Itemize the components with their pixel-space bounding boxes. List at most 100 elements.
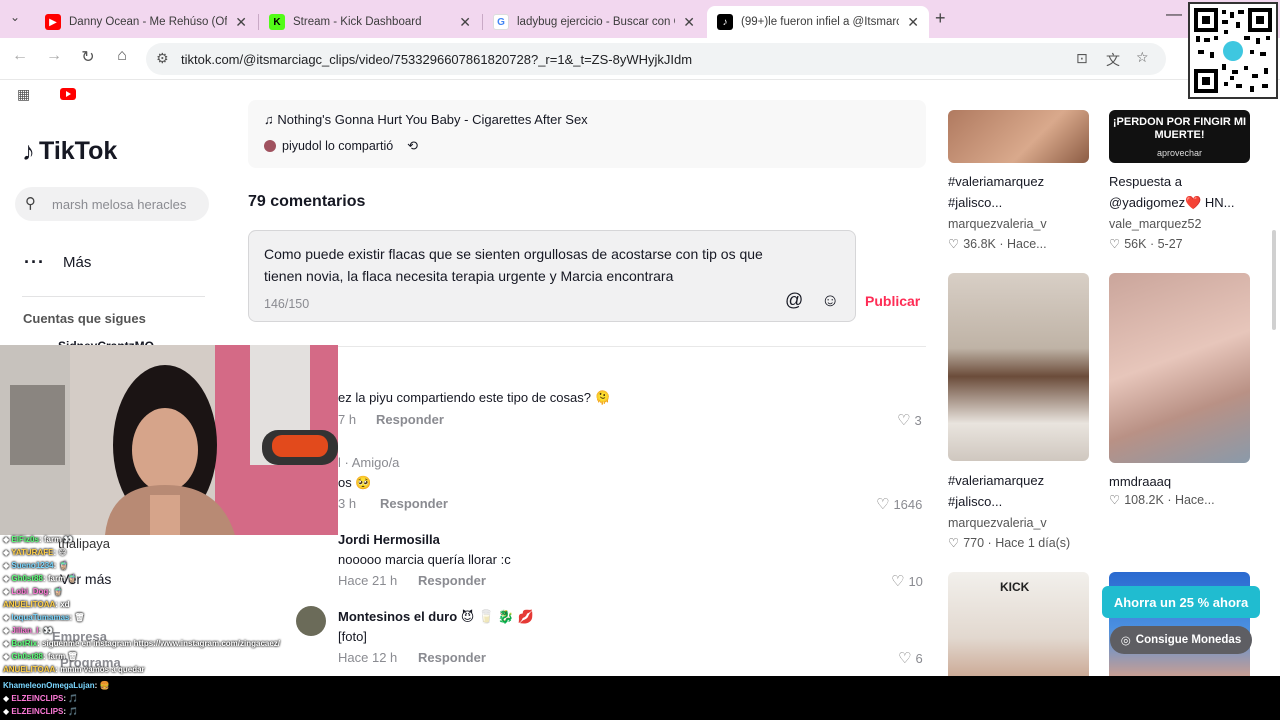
chat-text: 😄 bbox=[58, 548, 67, 557]
publish-button[interactable]: Publicar bbox=[865, 293, 920, 309]
tab-4-active[interactable]: ♪ (99+)le fueron infiel a @Itsmarc ✕ bbox=[707, 6, 929, 38]
video-caption[interactable]: #valeriamarquez #jalisco... bbox=[948, 171, 1088, 213]
tab-search-chevron-icon[interactable]: ⌄ bbox=[10, 10, 20, 24]
chat-user: Lobi_Dog bbox=[11, 587, 49, 596]
emoji-icon[interactable]: ☺ bbox=[821, 290, 839, 311]
video-caption[interactable]: mmdraaaq bbox=[1109, 471, 1249, 492]
comment-author[interactable]: Montesinos el duro 😈 🥛 🐉 💋 bbox=[338, 609, 534, 625]
site-info-icon[interactable]: ⚙ bbox=[156, 50, 169, 67]
comment-author[interactable]: Jordi Hermosilla bbox=[338, 532, 440, 547]
tab-3[interactable]: G ladybug ejercicio - Buscar con G ✕ bbox=[483, 6, 705, 38]
close-tab-icon[interactable]: ✕ bbox=[459, 14, 471, 31]
chat-user: ANUELITOAA bbox=[3, 600, 56, 609]
more-dots-icon: ··· bbox=[24, 252, 45, 272]
video-thumbnail[interactable] bbox=[948, 273, 1089, 461]
tab-1[interactable]: ▶ Danny Ocean - Me Rehúso (Offi ✕ bbox=[35, 6, 257, 38]
following-heading: Cuentas que sigues bbox=[23, 311, 146, 326]
get-coins-button[interactable]: ◎ Consigue Monedas bbox=[1110, 626, 1252, 654]
more-menu[interactable]: ··· Más bbox=[24, 252, 91, 273]
chat-user: loquaTumamas bbox=[11, 613, 70, 622]
video-age: Hace... bbox=[1174, 492, 1215, 507]
close-tab-icon[interactable]: ✕ bbox=[235, 14, 247, 31]
thumbnail-subtext: aprovechar bbox=[1156, 148, 1203, 158]
address-bar[interactable]: ⚙ tiktok.com/@itsmarciagc_clips/video/75… bbox=[146, 43, 1166, 75]
video-stats: ♡ 56K · 5-27 bbox=[1109, 236, 1183, 252]
chat-user: ELZEINCLIPS bbox=[11, 707, 64, 716]
reply-button[interactable]: Responder bbox=[380, 496, 448, 511]
video-thumbnail[interactable] bbox=[948, 110, 1089, 163]
url-text[interactable]: tiktok.com/@itsmarciagc_clips/video/7533… bbox=[181, 52, 692, 67]
browser-toolbar: ← → ↻ ⌂ ⚙ tiktok.com/@itsmarciagc_clips/… bbox=[0, 38, 1280, 80]
chat-message: ANUELITOAA: mmm vamos a quedar bbox=[3, 665, 145, 674]
apps-grid-icon[interactable]: ▦ bbox=[17, 86, 30, 103]
chat-text: farm 👀 bbox=[43, 535, 74, 544]
thumbnail-text: ¡PERDON POR FINGIR MI MUERTE! bbox=[1112, 116, 1247, 141]
video-author[interactable]: vale_marquez52 bbox=[1109, 217, 1201, 231]
video-author[interactable]: marquezvaleria_v bbox=[948, 217, 1047, 231]
reply-button[interactable]: Responder bbox=[418, 650, 486, 665]
video-author[interactable]: marquezvaleria_v bbox=[948, 516, 1047, 530]
mention-icon[interactable]: @ bbox=[785, 290, 803, 311]
comment-draft-text[interactable]: Como puede existir flacas que se sienten… bbox=[264, 243, 784, 287]
reply-button[interactable]: Responder bbox=[376, 412, 444, 427]
video-age: 5-27 bbox=[1157, 236, 1183, 251]
video-caption[interactable]: Respuesta a @yadigomez❤️ HN... bbox=[1109, 171, 1259, 213]
tiktok-note-icon: ♪ bbox=[22, 136, 35, 166]
avatar bbox=[264, 140, 276, 152]
youtube-bookmark-icon[interactable] bbox=[60, 88, 76, 100]
like-count: 56K bbox=[1124, 236, 1147, 251]
chat-text: 🍔 bbox=[99, 681, 110, 690]
bookmark-star-icon[interactable]: ☆ bbox=[1136, 49, 1149, 66]
tiktok-logo[interactable]: ♪ TikTok bbox=[22, 136, 117, 167]
video-thumbnail[interactable]: KICK bbox=[948, 572, 1089, 682]
install-app-icon[interactable]: ⊡ bbox=[1076, 50, 1088, 67]
home-icon[interactable]: ⌂ bbox=[110, 47, 134, 65]
chat-message: KhameleonOmegaLujan: 🍔 bbox=[3, 681, 110, 690]
sidebar-divider bbox=[22, 296, 205, 297]
like-button[interactable]: ♡ 3 bbox=[897, 411, 922, 429]
like-button[interactable]: ♡ 6 bbox=[898, 649, 923, 667]
chat-message: ◆ YATURAFE: 😄 bbox=[3, 548, 67, 557]
close-tab-icon[interactable]: ✕ bbox=[683, 14, 695, 31]
google-icon: G bbox=[493, 14, 509, 30]
webcam-overlay bbox=[0, 345, 338, 535]
shared-by: piyudol lo compartió ⟲ bbox=[264, 138, 418, 154]
reply-button[interactable]: Responder bbox=[418, 573, 486, 588]
reload-icon[interactable]: ↻ bbox=[76, 47, 100, 67]
tab-2[interactable]: K Stream - Kick Dashboard ✕ bbox=[259, 6, 481, 38]
video-age: Hace 1 día(s) bbox=[995, 535, 1071, 550]
repost-icon: ⟲ bbox=[407, 138, 419, 153]
minimize-icon[interactable]: — bbox=[1166, 6, 1182, 24]
chat-message: ◆ Sueno1234: 🧋 bbox=[3, 561, 69, 570]
new-tab-icon[interactable]: + bbox=[935, 8, 946, 29]
more-label: Más bbox=[62, 254, 92, 271]
chat-text: siguenme en instagram https://www.instag… bbox=[42, 639, 281, 648]
chat-user: Gh0st88 bbox=[11, 574, 43, 583]
song-link[interactable]: ♫ Nothing's Gonna Hurt You Baby - Cigare… bbox=[264, 112, 588, 127]
video-caption[interactable]: #valeriamarquez #jalisco... bbox=[948, 470, 1088, 512]
chat-message: ◆ Jilian_l: 👀 bbox=[3, 626, 54, 635]
like-button[interactable]: ♡ 1646 bbox=[876, 495, 922, 513]
chat-user: YATURAFE bbox=[11, 548, 54, 557]
close-tab-icon[interactable]: ✕ bbox=[907, 14, 919, 31]
tiktok-icon: ♪ bbox=[717, 14, 733, 30]
comment-input[interactable]: Como puede existir flacas que se sienten… bbox=[248, 230, 856, 322]
comment-author[interactable]: l · Amigo/a bbox=[338, 455, 399, 470]
scrollbar[interactable] bbox=[1272, 230, 1276, 330]
promo-button[interactable]: Ahorra un 25 % ahora bbox=[1102, 586, 1260, 618]
like-button[interactable]: ♡ 10 bbox=[891, 572, 923, 590]
comments-count: 79 comentarios bbox=[248, 193, 366, 210]
chat-user: Jilian_l bbox=[11, 626, 39, 635]
comment-time: Hace 12 h bbox=[338, 650, 398, 665]
video-thumbnail[interactable]: ¡PERDON POR FINGIR MI MUERTE! aprovechar bbox=[1109, 110, 1250, 163]
like-count: 1646 bbox=[893, 496, 923, 512]
shared-by-text[interactable]: piyudol lo compartió bbox=[282, 139, 393, 153]
forward-icon[interactable]: → bbox=[42, 47, 66, 65]
translate-icon[interactable]: 文 bbox=[1106, 50, 1120, 70]
back-icon[interactable]: ← bbox=[8, 47, 32, 65]
search-input[interactable]: ⚲ marsh melosa heracles bbox=[15, 187, 209, 221]
like-count: 10 bbox=[908, 573, 923, 589]
like-count: 770 bbox=[963, 535, 985, 550]
video-thumbnail[interactable] bbox=[1109, 273, 1250, 463]
chat-user: Sueno1234 bbox=[11, 561, 54, 570]
